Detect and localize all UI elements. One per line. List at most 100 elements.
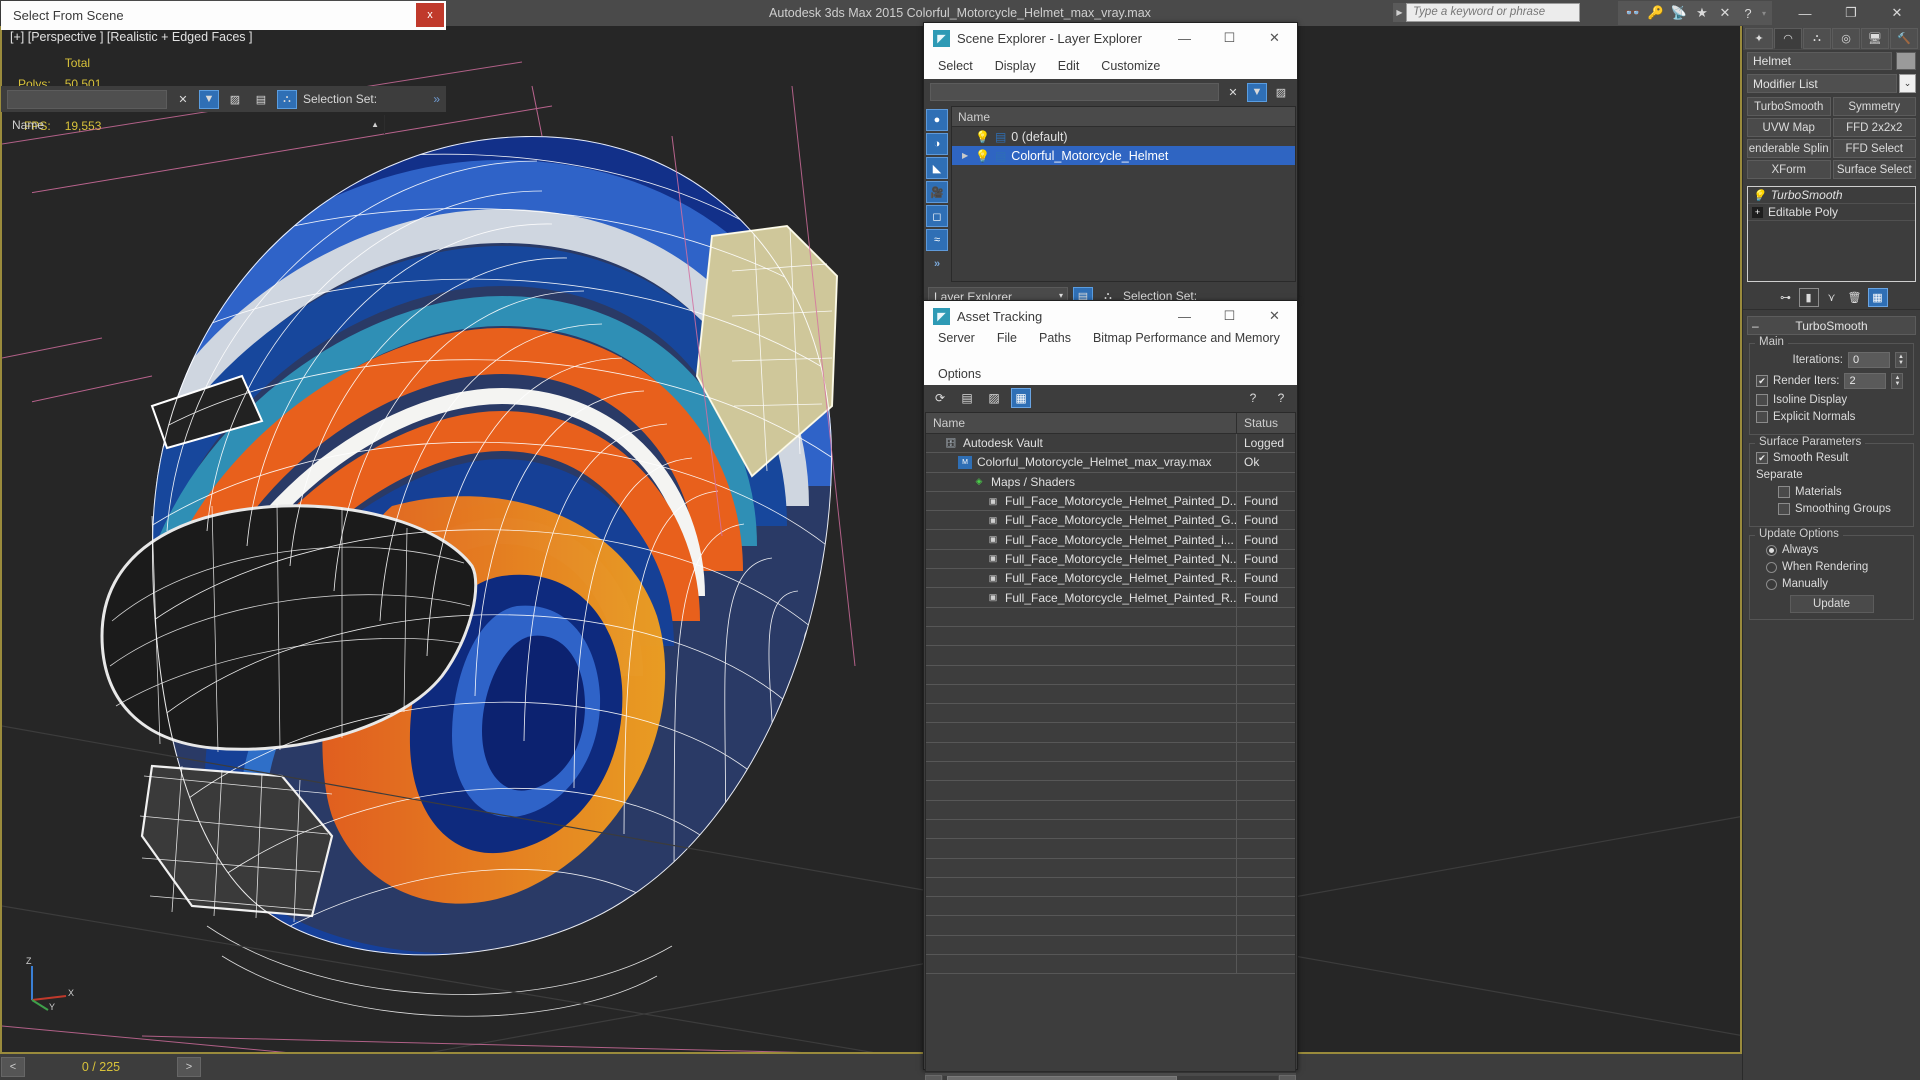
- table-row[interactable]: ▣ Full_Face_Motorcycle_Helmet_Painted_R..…: [926, 569, 1295, 589]
- column-name[interactable]: Name: [926, 413, 1237, 433]
- display-tab[interactable]: 🖥: [1861, 28, 1889, 49]
- object-name-field[interactable]: Helmet: [1747, 52, 1892, 70]
- help-icon[interactable]: ?: [1737, 3, 1759, 23]
- menu-display[interactable]: Display: [995, 59, 1036, 73]
- asset-tracking-window[interactable]: ◤ Asset Tracking — ☐ ✕ Server File Paths…: [923, 300, 1298, 1080]
- table-row-empty[interactable]: [926, 646, 1295, 666]
- close-button[interactable]: ✕: [1874, 0, 1920, 26]
- collapse-icon[interactable]: –: [1752, 319, 1759, 333]
- motion-tab[interactable]: ◎: [1832, 28, 1860, 49]
- column-status[interactable]: Status: [1237, 413, 1295, 433]
- column-name[interactable]: Name ▲: [6, 115, 385, 134]
- iterations-stepper[interactable]: ▲ ▼: [1895, 352, 1907, 368]
- update-button[interactable]: Update: [1789, 595, 1874, 613]
- refresh-icon[interactable]: ⟳: [930, 388, 950, 408]
- display-spacewarps-icon[interactable]: ≈: [926, 229, 948, 251]
- smoothing-groups-checkbox[interactable]: [1778, 503, 1790, 515]
- chevron-right-icon[interactable]: ▶: [962, 151, 970, 160]
- modifier-button-uvw-map[interactable]: UVW Map: [1747, 118, 1831, 137]
- grid-view-icon[interactable]: ▦: [1011, 388, 1031, 408]
- table-row-empty[interactable]: [926, 684, 1295, 705]
- lightbulb-icon[interactable]: 💡: [975, 130, 990, 144]
- table-row-empty[interactable]: [926, 955, 1295, 975]
- minimize-button[interactable]: —: [1162, 23, 1207, 53]
- modifier-button-xform[interactable]: XForm: [1747, 160, 1831, 179]
- display-cameras-icon[interactable]: 🎥: [926, 181, 948, 203]
- when-rendering-radio[interactable]: [1766, 561, 1777, 573]
- scene-explorer-search-input[interactable]: [930, 83, 1219, 101]
- details-view-icon[interactable]: ▨: [984, 388, 1004, 408]
- menu-bitmap-performance[interactable]: Bitmap Performance and Memory: [1093, 331, 1280, 345]
- table-row[interactable]: ▣ Full_Face_Motorcycle_Helmet_Painted_D..…: [926, 491, 1295, 512]
- table-row-empty[interactable]: [926, 877, 1295, 898]
- expand-icon[interactable]: +: [1752, 206, 1763, 218]
- filter-input[interactable]: [7, 89, 167, 109]
- option-manually-row[interactable]: Manually: [1756, 578, 1907, 590]
- hierarchy-icon[interactable]: ⛬: [277, 89, 297, 109]
- minimize-button[interactable]: —: [1782, 0, 1828, 26]
- lightbulb-icon[interactable]: 💡: [975, 149, 990, 163]
- modifier-button-turbosmooth[interactable]: TurboSmooth: [1747, 97, 1831, 116]
- restore-button[interactable]: ❐: [1828, 0, 1874, 26]
- help-question-icon[interactable]: ?: [1243, 388, 1263, 408]
- clear-filter-icon[interactable]: ✕: [1223, 83, 1243, 102]
- clear-filter-icon[interactable]: ✕: [173, 90, 193, 109]
- list-view-icon[interactable]: ▤: [957, 388, 977, 408]
- scene-explorer-window[interactable]: ◤ Scene Explorer - Layer Explorer — ☐ ✕ …: [923, 22, 1298, 309]
- close-button[interactable]: ✕: [1252, 23, 1297, 53]
- more-icon[interactable]: »: [433, 92, 440, 106]
- binoculars-icon[interactable]: 👓: [1622, 3, 1644, 23]
- iterations-spinner[interactable]: 0: [1848, 352, 1890, 368]
- table-row-empty[interactable]: [926, 762, 1295, 782]
- sort-layers-icon[interactable]: ▨: [225, 90, 245, 109]
- viewport-label[interactable]: [+] [Perspective ] [Realistic + Edged Fa…: [10, 30, 252, 44]
- modifier-button-symmetry[interactable]: Symmetry: [1832, 97, 1916, 116]
- menu-edit[interactable]: Edit: [1058, 59, 1080, 73]
- render-iters-spinner[interactable]: 2: [1844, 373, 1887, 389]
- find-selected-icon[interactable]: ▼: [1247, 82, 1267, 102]
- table-row[interactable]: ▣ Full_Face_Motorcycle_Helmet_Painted_i..…: [926, 530, 1295, 550]
- render-iters-stepper[interactable]: ▲ ▼: [1891, 373, 1904, 389]
- table-row[interactable]: ◈ Maps / Shaders: [926, 472, 1295, 492]
- list-item[interactable]: 💡 ▤ 0 (default): [952, 127, 1295, 146]
- utilities-tab[interactable]: 🔨: [1890, 28, 1918, 49]
- table-row-empty[interactable]: [926, 858, 1295, 878]
- display-geometry-icon[interactable]: ●: [926, 109, 948, 131]
- command-panel[interactable]: ✦ ◠ ⛬ ◎ 🖥 🔨 Helmet Modifier List ⌄ Turbo…: [1742, 26, 1920, 1080]
- close-button[interactable]: ✕: [1252, 301, 1297, 331]
- modifier-button-ffd-select[interactable]: FFD Select: [1832, 139, 1916, 158]
- modifier-button-renderable-spline[interactable]: enderable Splin: [1747, 139, 1831, 158]
- maximize-button[interactable]: ☐: [1207, 23, 1252, 53]
- menu-paths[interactable]: Paths: [1039, 331, 1071, 345]
- create-tab[interactable]: ✦: [1745, 28, 1773, 49]
- help-dropdown-icon[interactable]: ▾: [1760, 9, 1768, 18]
- table-row-empty[interactable]: [926, 626, 1295, 647]
- modifier-button-surface-select[interactable]: Surface Select: [1832, 160, 1916, 179]
- option-when-rendering-row[interactable]: When Rendering: [1756, 561, 1907, 573]
- modify-tab[interactable]: ◠: [1774, 28, 1802, 49]
- show-end-result-icon[interactable]: ▮: [1798, 288, 1819, 307]
- configure-modifier-sets-icon[interactable]: ▦: [1867, 288, 1888, 307]
- modifier-stack[interactable]: 💡 TurboSmooth + Editable Poly: [1747, 186, 1916, 282]
- object-color-swatch[interactable]: [1896, 52, 1916, 70]
- menu-select[interactable]: Select: [938, 59, 973, 73]
- table-row[interactable]: 🗄 Autodesk Vault Logged: [926, 434, 1295, 454]
- manually-radio[interactable]: [1766, 578, 1777, 590]
- make-unique-icon[interactable]: ⋎: [1822, 288, 1842, 307]
- table-row[interactable]: ▣ Full_Face_Motorcycle_Helmet_Painted_N..…: [926, 549, 1295, 570]
- motorcycle-helmet-model[interactable]: [32, 76, 892, 1036]
- menu-customize[interactable]: Customize: [1101, 59, 1160, 73]
- exchange-icon[interactable]: ✕: [1714, 3, 1736, 23]
- table-row-empty[interactable]: [926, 839, 1295, 859]
- smooth-result-checkbox[interactable]: ✔: [1756, 452, 1768, 464]
- remove-modifier-icon[interactable]: 🗑: [1845, 288, 1865, 307]
- table-row-empty[interactable]: [926, 742, 1295, 763]
- isoline-display-checkbox[interactable]: [1756, 394, 1768, 406]
- table-row[interactable]: ▣ Full_Face_Motorcycle_Helmet_Painted_R..…: [926, 588, 1295, 608]
- minimize-button[interactable]: —: [1162, 301, 1207, 331]
- explicit-normals-checkbox[interactable]: [1756, 411, 1768, 423]
- table-row[interactable]: M Colorful_Motorcycle_Helmet_max_vray.max…: [926, 453, 1295, 473]
- render-iters-checkbox[interactable]: ✔: [1756, 375, 1768, 387]
- display-shapes-icon[interactable]: ◑: [926, 133, 948, 155]
- stack-entry-turbosmooth[interactable]: 💡 TurboSmooth: [1748, 187, 1915, 204]
